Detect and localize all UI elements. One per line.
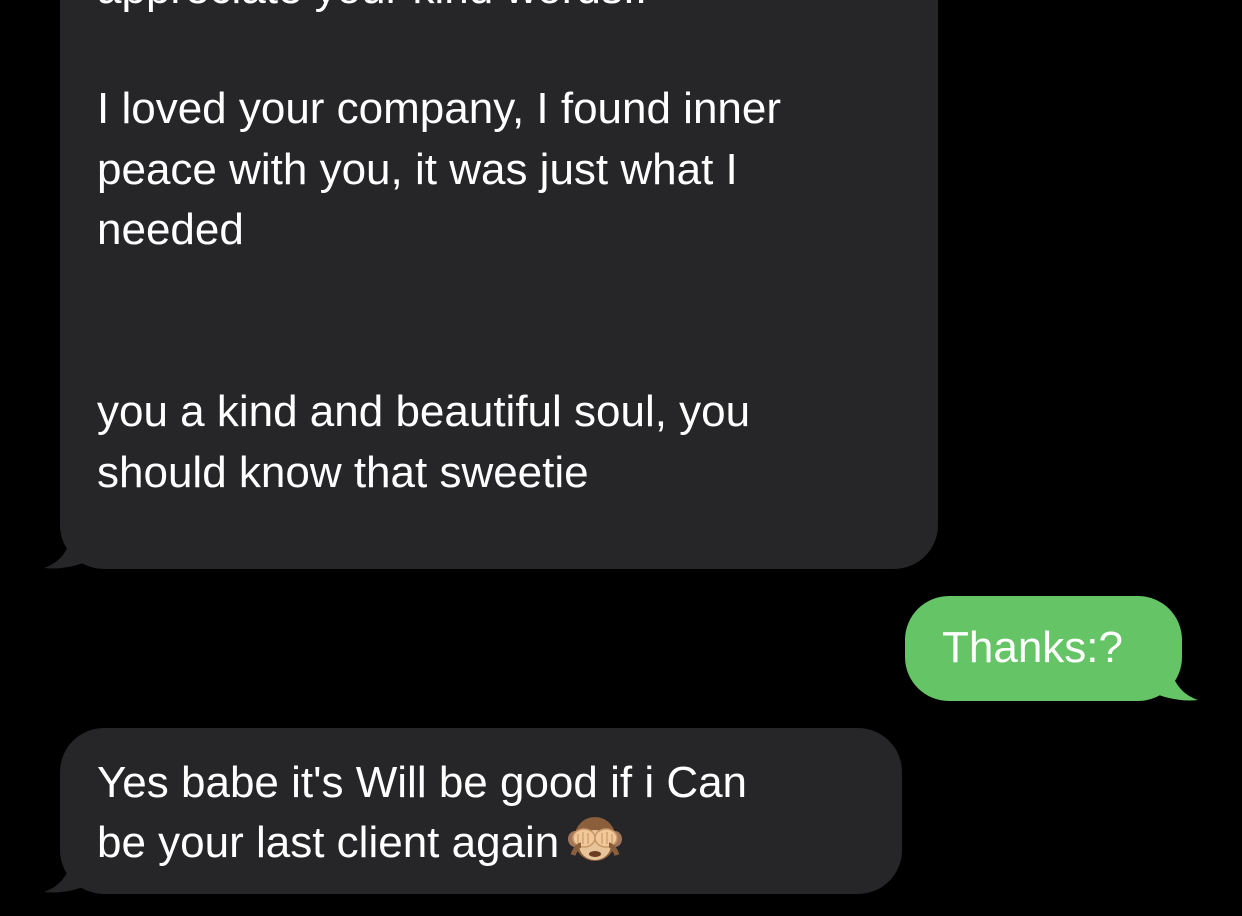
message-text-line: you a kind and beautiful soul, you	[97, 387, 751, 436]
see-no-evil-monkey-icon	[567, 815, 623, 865]
message-text-line: I loved your company, I found inner	[97, 84, 782, 133]
message-text-line: be your last client again	[97, 818, 560, 867]
bubble-tail-outgoing	[1148, 660, 1198, 701]
bubble-tail-incoming	[44, 852, 94, 893]
message-text-line: appreciate your kind words!!	[97, 0, 647, 19]
message-bubble-incoming[interactable]: appreciate your kind words!! I loved you…	[60, 0, 938, 569]
message-text-line-with-emoji: be your last client again	[97, 813, 623, 873]
message-text-line: needed	[97, 205, 244, 254]
message-text-line: Thanks:?	[942, 623, 1123, 672]
message-text-line: peace with you, it was just what I	[97, 145, 738, 194]
message-text-line: Yes babe it's Will be good if i Can	[97, 758, 748, 807]
bubble-tail-incoming	[44, 528, 94, 569]
message-bubble-incoming[interactable]: Yes babe it's Will be good if i Can be y…	[60, 728, 902, 894]
message-text-line: should know that sweetie	[97, 448, 589, 497]
